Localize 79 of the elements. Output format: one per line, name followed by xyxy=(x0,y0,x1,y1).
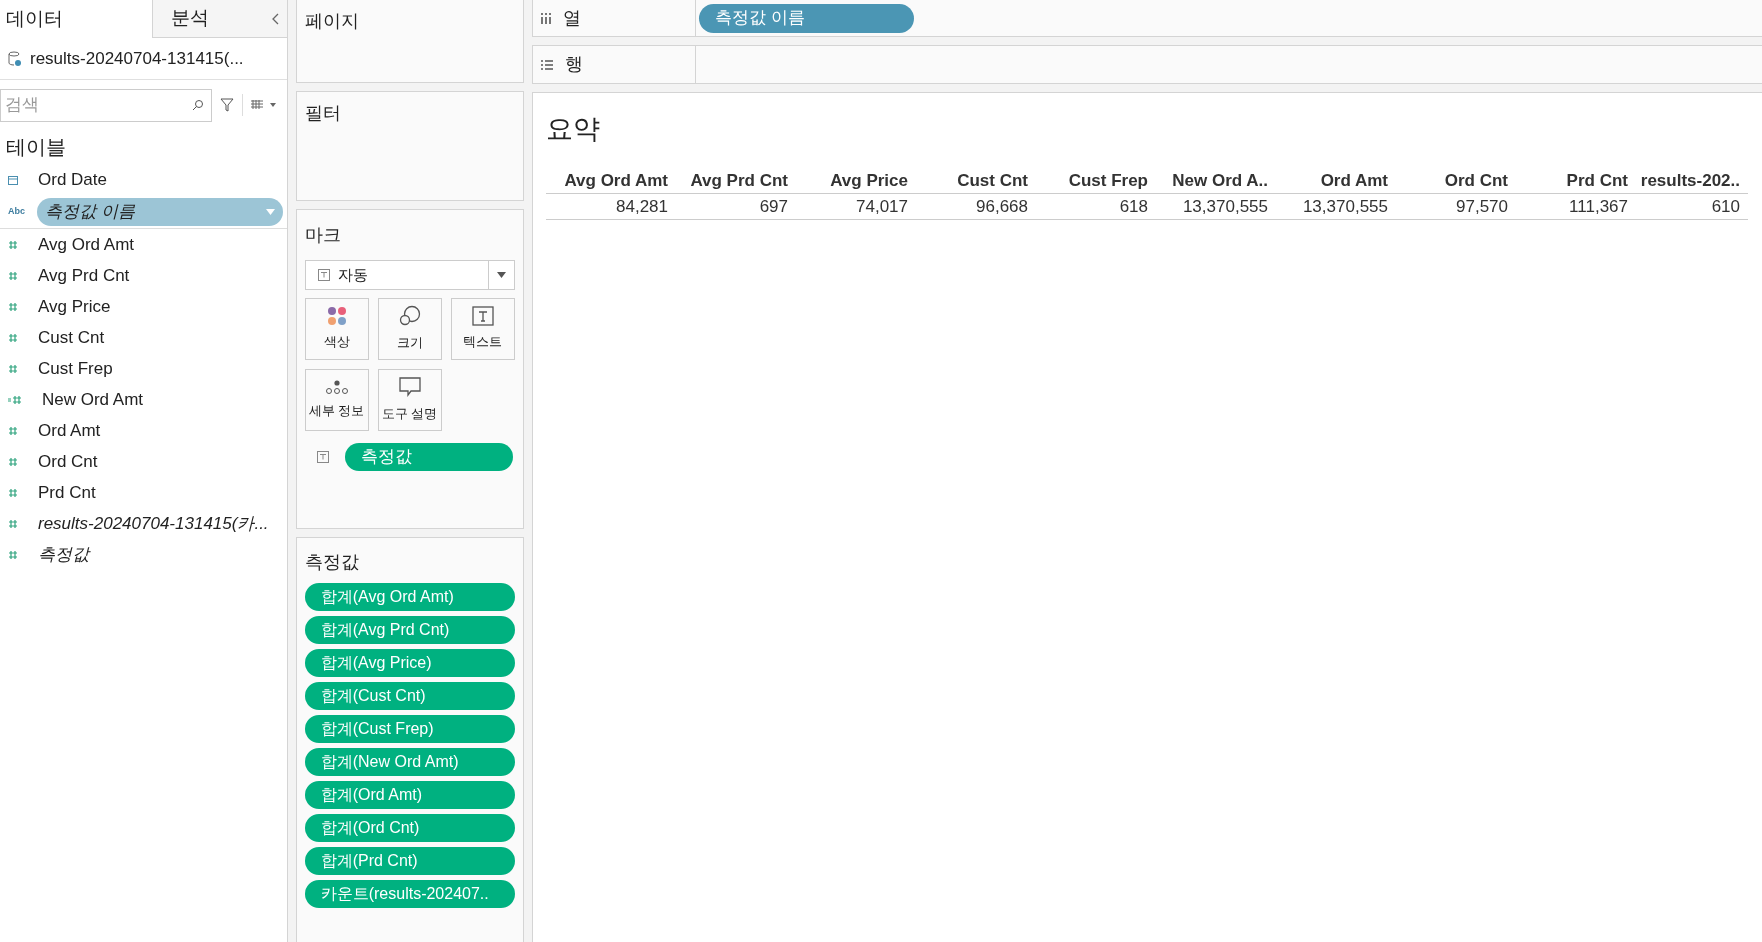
mark-type-dropdown[interactable]: 자동 xyxy=(304,260,515,290)
calculated-number-icon xyxy=(8,394,22,405)
table-cell: 618 xyxy=(1036,193,1156,220)
column-header: Avg Ord Amt xyxy=(546,167,676,194)
number-icon xyxy=(8,425,18,436)
table-cell: 13,370,555 xyxy=(1156,193,1276,220)
table-cell: 96,668 xyxy=(916,193,1036,220)
pane-tab[interactable]: 분석 xyxy=(152,0,272,38)
collapse-icon[interactable] xyxy=(271,12,279,25)
number-icon xyxy=(8,487,18,498)
field-item[interactable]: Avg Prd Cnt xyxy=(30,261,283,290)
circles-icon xyxy=(398,305,421,328)
mark-property-button[interactable]: 세부 정보 xyxy=(304,369,369,431)
database-icon xyxy=(8,50,22,67)
table-cell: 97,570 xyxy=(1396,193,1516,220)
field-item[interactable]: Ord Cnt xyxy=(30,447,283,476)
number-icon xyxy=(8,332,18,343)
mark-property-button[interactable]: 텍스트 xyxy=(450,298,515,360)
column-header: Ord Cnt xyxy=(1396,167,1516,194)
field-item[interactable]: 측정값 이름 xyxy=(37,197,283,226)
column-header: Cust Frep xyxy=(1036,167,1156,194)
shelf-label: 행 xyxy=(565,53,583,76)
number-icon xyxy=(8,456,18,467)
field-item[interactable]: Ord Amt xyxy=(30,416,283,445)
field-item[interactable]: results-20240704-131415(카... xyxy=(30,509,283,538)
table-cell: 84,281 xyxy=(546,193,676,220)
table-cell: 74,017 xyxy=(796,193,916,220)
table-cell: 13,370,555 xyxy=(1276,193,1396,220)
field-item[interactable]: Prd Cnt xyxy=(30,478,283,507)
mark-property-button[interactable]: 크기 xyxy=(377,298,442,360)
text-mark-icon xyxy=(316,451,329,463)
field-item[interactable]: Cust Frep xyxy=(30,354,283,383)
number-icon xyxy=(8,549,18,560)
calendar-icon xyxy=(8,174,18,185)
data-source-name[interactable]: results-20240704-131415(... xyxy=(30,45,244,72)
field-item[interactable]: 측정값 xyxy=(30,540,283,569)
table-cell: 610 xyxy=(1636,193,1748,220)
rows-icon xyxy=(541,59,553,70)
number-icon xyxy=(8,518,18,529)
field-item[interactable]: Avg Ord Amt xyxy=(30,230,283,259)
number-icon xyxy=(8,301,18,312)
dots-icon xyxy=(324,379,349,396)
mark-property-button[interactable]: 도구 설명 xyxy=(377,369,442,431)
filter-icon[interactable] xyxy=(220,98,234,112)
text-mark-icon xyxy=(317,269,330,281)
view-title: 요약 xyxy=(546,113,601,146)
column-header: Prd Cnt xyxy=(1516,167,1636,194)
number-icon xyxy=(8,270,18,281)
field-item[interactable]: New Ord Amt xyxy=(34,385,283,414)
card-title: 필터 xyxy=(304,103,341,123)
column-header: Avg Prd Cnt xyxy=(676,167,796,194)
field-item[interactable]: Ord Date xyxy=(30,165,283,194)
mark-property-button[interactable]: 색상 xyxy=(304,298,369,360)
color-dots-icon xyxy=(326,306,347,327)
column-header: Cust Cnt xyxy=(916,167,1036,194)
search-field[interactable]: 검색 xyxy=(0,88,212,122)
card-title: 페이지 xyxy=(304,11,359,31)
text-icon xyxy=(471,306,494,327)
speech-bubble-icon xyxy=(398,376,421,399)
card-title: 측정값 xyxy=(304,550,360,574)
section-heading: 테이블 xyxy=(5,135,67,160)
column-header: New Ord A.. xyxy=(1156,167,1276,194)
column-header: results-202.. xyxy=(1636,167,1748,194)
field-item[interactable]: Avg Price xyxy=(30,292,283,321)
search-icon xyxy=(192,98,204,111)
number-icon xyxy=(8,363,18,374)
number-icon xyxy=(8,239,18,250)
caret-icon xyxy=(497,272,506,278)
column-header: Avg Price xyxy=(796,167,916,194)
columns-icon xyxy=(541,12,551,24)
table-cell: 697 xyxy=(676,193,796,220)
string-type-label: Abc xyxy=(8,204,25,218)
view-options-icon[interactable] xyxy=(251,100,277,110)
dropdown-caret-icon xyxy=(265,208,275,215)
shelf-label: 열 xyxy=(563,6,581,30)
column-header: Ord Amt xyxy=(1276,167,1396,194)
table-cell: 111,367 xyxy=(1516,193,1636,220)
field-item[interactable]: Cust Cnt xyxy=(30,323,283,352)
card-title: 마크 xyxy=(304,223,342,247)
